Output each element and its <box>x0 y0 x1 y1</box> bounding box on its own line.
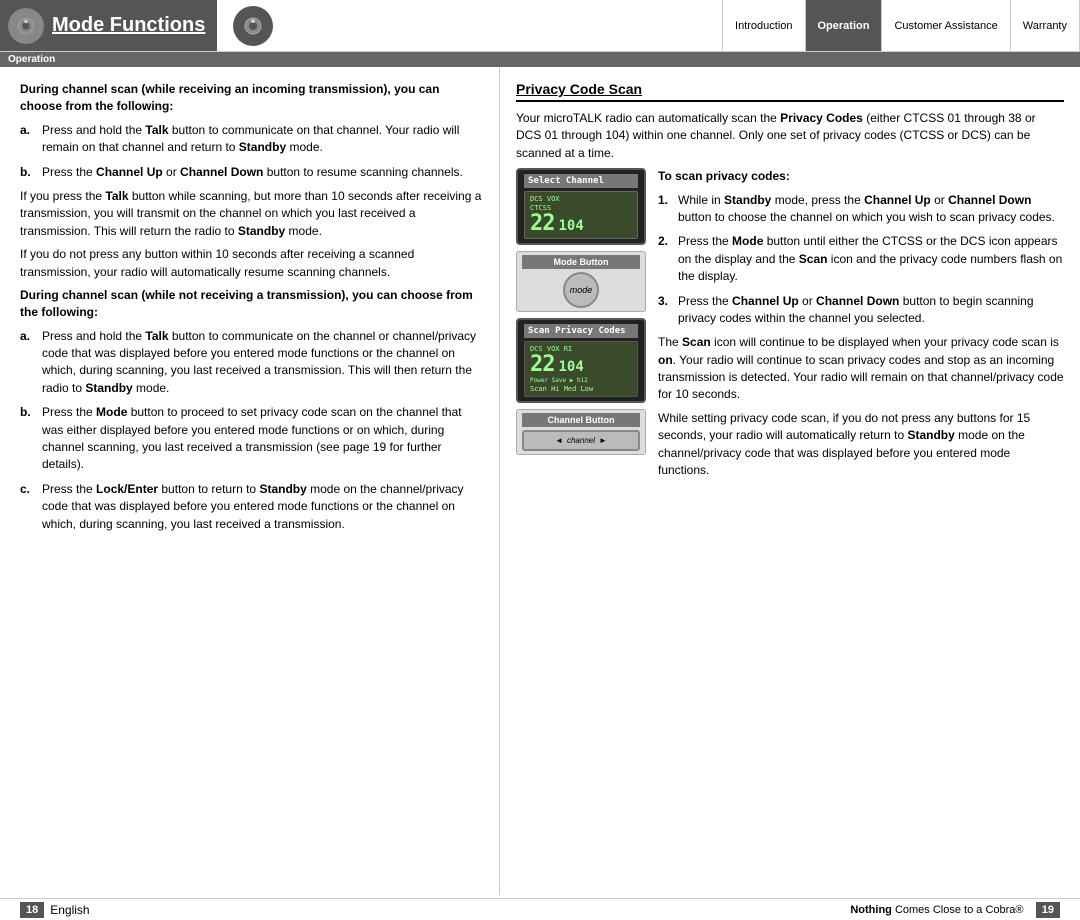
channel-button-graphic: ◄ channel ► <box>522 430 640 451</box>
nav-customer-assistance[interactable]: Customer Assistance <box>882 0 1010 51</box>
left-heading2: During channel scan (while not receiving… <box>20 287 483 322</box>
footer-tagline: Nothing Comes Close to a Cobra® 19 <box>850 904 1060 916</box>
sub-header-bar: Operation <box>0 52 1080 67</box>
list-c2-text: Press the Lock/Enter button to return to… <box>42 481 483 533</box>
list-a1-text: Press and hold the Talk button to commun… <box>42 122 483 157</box>
select-channel-label: Select Channel <box>524 174 638 188</box>
channel-btn-label: Channel Button <box>522 413 640 427</box>
page-number-left: 18 <box>20 902 44 918</box>
right-top-section: Select Channel DCS VOX CTCSS 22 104 <box>516 168 1064 485</box>
section-title: Privacy Code Scan <box>516 81 1064 102</box>
right-intro: Your microTALK radio can automatically s… <box>516 110 1064 162</box>
header-left-section: Mode Functions <box>0 0 217 51</box>
lcd1-screen: DCS VOX CTCSS 22 104 <box>524 191 638 239</box>
header-nav-area <box>217 0 722 51</box>
right-column: Privacy Code Scan Your microTALK radio c… <box>500 67 1080 895</box>
footer-right: Nothing Comes Close to a Cobra® 19 <box>500 904 1080 916</box>
images-column: Select Channel DCS VOX CTCSS 22 104 <box>516 168 646 485</box>
page-title: Mode Functions <box>52 14 205 37</box>
list-item-b1: b. Press the Channel Up or Channel Down … <box>20 164 483 181</box>
scan-screen: DCS VOX RI 22 104 Power Save ▶ hi2 Scan … <box>524 341 638 397</box>
left-para1: If you press the Talk button while scann… <box>20 188 483 240</box>
operation-icon <box>233 6 273 46</box>
left-para2: If you do not press any button within 10… <box>20 246 483 281</box>
scan-bottom-row: Power Save ▶ hi2 <box>530 377 632 384</box>
text-column: To scan privacy codes: 1. While in Stand… <box>658 168 1064 485</box>
lcd1-top-row: DCS VOX <box>530 195 632 203</box>
nav-warranty[interactable]: Warranty <box>1011 0 1080 51</box>
mode-button-display: Mode Button mode <box>516 251 646 312</box>
channel-button-display: Channel Button ◄ channel ► <box>516 409 646 455</box>
scan-numbers: 22 104 <box>530 354 632 376</box>
main-content: During channel scan (while receiving an … <box>0 67 1080 895</box>
left-intro-heading: During channel scan (while receiving an … <box>20 81 483 116</box>
mode-btn-label: Mode Button <box>522 255 640 269</box>
list-item-b2: b. Press the Mode button to proceed to s… <box>20 404 483 474</box>
nav-introduction[interactable]: Introduction <box>723 0 805 51</box>
page-footer: 18 English Nothing Comes Close to a Cobr… <box>0 898 1080 920</box>
page-header: Mode Functions Introduction Operation Cu… <box>0 0 1080 52</box>
nav-tabs: Introduction Operation Customer Assistan… <box>722 0 1080 51</box>
mode-icon <box>8 8 44 44</box>
step-1: 1. While in Standby mode, press the Chan… <box>658 192 1064 227</box>
list-item-a1: a. Press and hold the Talk button to com… <box>20 122 483 157</box>
list-b2-text: Press the Mode button to proceed to set … <box>42 404 483 474</box>
left-column: During channel scan (while receiving an … <box>0 67 500 895</box>
list-a2-text: Press and hold the Talk button to commun… <box>42 328 483 398</box>
footer-left: 18 English <box>0 902 500 918</box>
scan-privacy-display: Scan Privacy Codes DCS VOX RI 22 104 Pow… <box>516 318 646 403</box>
mode-button-graphic: mode <box>563 272 599 308</box>
step-3: 3. Press the Channel Up or Channel Down … <box>658 293 1064 328</box>
list-item-c2: c. Press the Lock/Enter button to return… <box>20 481 483 533</box>
lcd1-numbers: 22 104 <box>530 213 632 235</box>
page-number-right: 19 <box>1036 902 1060 918</box>
right-para2: While setting privacy code scan, if you … <box>658 410 1064 480</box>
step-2: 2. Press the Mode button until either th… <box>658 233 1064 285</box>
list-item-a2: a. Press and hold the Talk button to com… <box>20 328 483 398</box>
right-para1: The Scan icon will continue to be displa… <box>658 334 1064 404</box>
to-scan-heading: To scan privacy codes: <box>658 168 1064 185</box>
header-right-section: Introduction Operation Customer Assistan… <box>217 0 1080 51</box>
footer-lang: English <box>50 903 89 917</box>
scan-word: Scan Hi Med Low <box>530 385 632 393</box>
list-b1-text: Press the Channel Up or Channel Down but… <box>42 164 483 181</box>
nav-operation[interactable]: Operation <box>806 0 883 51</box>
steps-list: 1. While in Standby mode, press the Chan… <box>658 192 1064 328</box>
scan-label: Scan Privacy Codes <box>524 324 638 338</box>
select-channel-display: Select Channel DCS VOX CTCSS 22 104 <box>516 168 646 245</box>
